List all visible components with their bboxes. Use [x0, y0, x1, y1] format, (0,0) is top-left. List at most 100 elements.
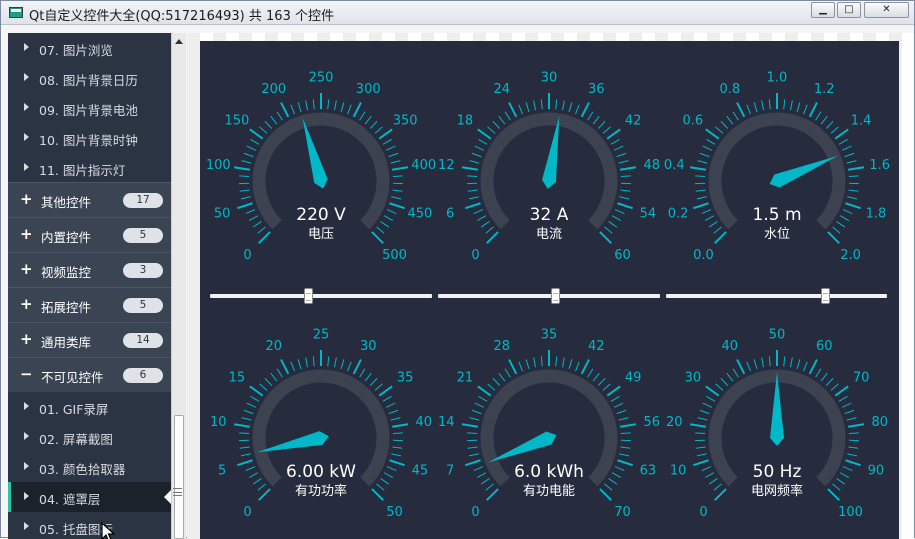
slider-3[interactable]	[666, 288, 887, 304]
minor-tick	[391, 454, 401, 456]
minor-tick	[493, 378, 500, 385]
minor-tick	[360, 369, 365, 377]
minor-tick	[298, 359, 301, 369]
tick-label: 450	[407, 207, 432, 222]
slider-track[interactable]	[438, 294, 660, 298]
nav-item[interactable]: 02. 屏幕截图	[8, 422, 171, 452]
sidebar-scrollbar[interactable]	[171, 33, 186, 539]
nav-item[interactable]: 05. 托盘图标	[8, 512, 171, 539]
caret-right-icon	[24, 133, 29, 141]
slider-1[interactable]	[210, 288, 432, 304]
tick-label: 300	[356, 82, 381, 97]
nav-group-invisible[interactable]: − 不可见控件 6	[8, 357, 171, 392]
nav-group-library[interactable]: + 通用类库 14	[8, 322, 171, 357]
tick-label: 60	[816, 339, 833, 354]
caret-right-icon	[24, 43, 29, 51]
minor-tick	[705, 216, 714, 221]
minor-tick	[848, 447, 858, 448]
minor-tick	[714, 484, 722, 490]
tick-label: 100	[206, 158, 231, 173]
app-icon	[9, 7, 23, 18]
slider-handle[interactable]	[551, 288, 560, 304]
gauge-3: 0.00.20.40.60.81.01.21.41.61.82.01.5 m水位	[664, 71, 890, 264]
gauge-value: 1.5 m	[753, 205, 802, 225]
close-button[interactable]: ✕	[864, 2, 909, 18]
slider-track[interactable]	[210, 294, 432, 298]
minor-tick	[478, 139, 487, 144]
minor-tick	[620, 190, 630, 191]
major-tick	[706, 129, 719, 138]
nav-item[interactable]: 10. 图片背景时钟	[8, 123, 171, 153]
slider-handle[interactable]	[304, 288, 313, 304]
caret-right-icon	[24, 103, 29, 111]
minor-tick	[240, 447, 250, 448]
minor-tick	[348, 362, 352, 371]
grip-icon	[173, 488, 182, 496]
nav-item-label: 07. 图片浏览	[39, 40, 113, 59]
minor-tick	[562, 357, 564, 367]
maximize-button[interactable]: □	[837, 2, 861, 18]
gauge-needle	[770, 372, 784, 446]
minor-tick	[598, 121, 605, 128]
slider-track[interactable]	[666, 294, 887, 298]
tick-label: 24	[494, 82, 511, 97]
tick-label: 18	[457, 113, 474, 128]
sidebar-nav: 07. 图片浏览 08. 图片背景日历 09. 图片背景电池 10. 图片背景时…	[8, 33, 171, 539]
major-tick	[509, 360, 516, 374]
minor-tick	[845, 410, 854, 413]
major-tick	[715, 489, 726, 500]
minor-tick	[481, 221, 489, 227]
nav-item[interactable]: 03. 颜色拾取器	[8, 452, 171, 482]
minor-tick	[804, 105, 808, 114]
gauge-label: 电网频率	[751, 483, 803, 499]
scrollbar-thumb[interactable]	[174, 415, 184, 539]
tick-label: 5	[218, 464, 226, 479]
nav-group-extended[interactable]: + 拓展控件 5	[8, 287, 171, 322]
minor-tick	[541, 356, 542, 366]
minor-tick	[470, 161, 480, 163]
nav-item[interactable]: 01. GIF录屏	[8, 392, 171, 422]
scroll-up-icon[interactable]	[175, 39, 183, 44]
major-tick	[389, 203, 404, 208]
nav-item[interactable]: 07. 图片浏览	[8, 33, 171, 63]
tick-label: 2.0	[840, 248, 861, 263]
slider-2[interactable]	[438, 288, 660, 304]
nav-item-selected[interactable]: 04. 遮罩层	[8, 482, 171, 512]
nav-group-other[interactable]: + 其他控件 17	[8, 182, 171, 217]
minor-tick	[706, 139, 715, 144]
nav-item[interactable]: 08. 图片背景日历	[8, 63, 171, 93]
major-tick	[465, 460, 480, 465]
tick-label: 250	[309, 71, 334, 86]
nav-item[interactable]: 11. 图片指示灯	[8, 153, 171, 183]
tick-label: 1.0	[767, 71, 788, 86]
minor-tick	[249, 473, 258, 478]
minor-tick	[603, 127, 611, 134]
minor-tick	[383, 396, 392, 401]
major-tick	[478, 386, 491, 395]
minor-tick	[259, 127, 267, 134]
minor-tick	[241, 454, 251, 456]
nav-group-label: 通用类库	[41, 332, 91, 351]
minor-tick	[505, 369, 510, 377]
minor-tick	[849, 176, 859, 177]
gauge-6: 010203040506070809010050 Hz电网频率	[666, 328, 888, 521]
minor-tick	[842, 403, 851, 407]
major-tick	[600, 232, 611, 243]
slider-handle[interactable]	[821, 288, 830, 304]
minor-tick	[313, 356, 314, 366]
minor-tick	[244, 153, 253, 156]
minor-tick	[477, 473, 486, 478]
nav-group-video[interactable]: + 视频监控 3	[8, 252, 171, 287]
minor-tick	[621, 176, 631, 177]
minimize-button[interactable]: ▁	[811, 2, 835, 18]
major-tick	[392, 167, 408, 170]
minor-tick	[598, 378, 605, 385]
title-bar[interactable]: Qt自定义控件大全(QQ:517216493) 共 163 个控件 ▁ □ ✕	[1, 1, 914, 25]
minor-tick	[526, 359, 529, 369]
nav-item[interactable]: 09. 图片背景电池	[8, 93, 171, 123]
nav-group-builtin[interactable]: + 内置控件 5	[8, 217, 171, 252]
tick-label: 50	[386, 505, 403, 520]
minor-tick	[804, 362, 808, 371]
minor-tick	[277, 369, 282, 377]
major-tick	[828, 489, 839, 500]
